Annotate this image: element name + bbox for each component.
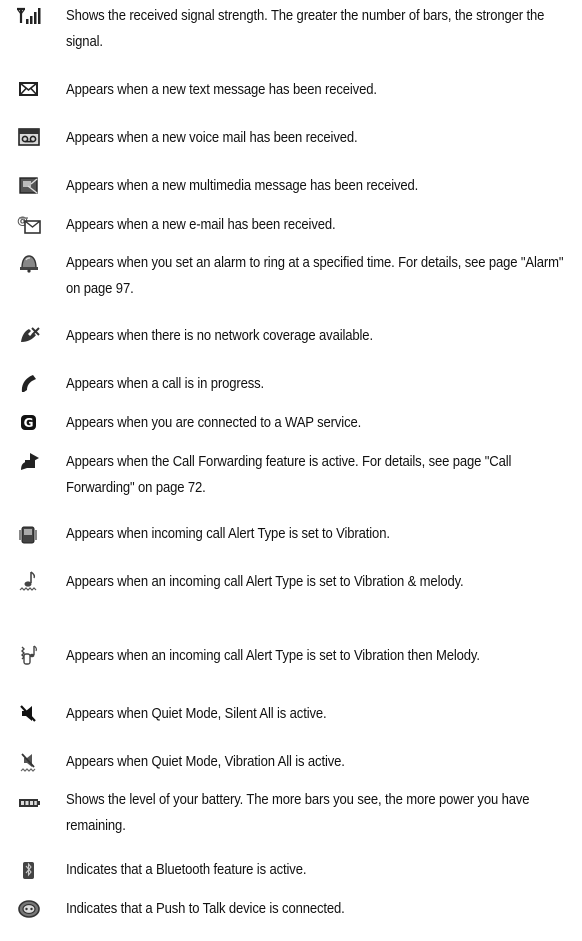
bluetooth-icon — [16, 857, 42, 881]
item-description: Appears when Quiet Mode, Silent All is a… — [66, 705, 327, 722]
email-icon: @ — [16, 212, 42, 236]
alarm-icon — [16, 250, 42, 274]
item-description: Shows the received signal strength. The … — [66, 7, 545, 50]
vibration-and-melody-icon — [16, 569, 42, 593]
item-description: Appears when an incoming call Alert Type… — [66, 573, 464, 590]
item-description: Shows the level of your battery. The mor… — [66, 791, 530, 834]
item-description: Appears when Quiet Mode, Vibration All i… — [66, 753, 345, 770]
multimedia-message-icon — [16, 173, 42, 197]
item-description: Indicates that a Push to Talk device is … — [66, 900, 345, 917]
svg-text:G: G — [24, 416, 34, 430]
item-description: Appears when you are connected to a WAP … — [66, 414, 362, 431]
call-forwarding-icon — [16, 449, 42, 473]
item-description: Appears when incoming call Alert Type is… — [66, 525, 390, 542]
item-description: Appears when a new multimedia message ha… — [66, 177, 419, 194]
vibration-then-melody-icon — [16, 643, 42, 667]
voice-mail-icon — [16, 125, 42, 149]
item-description: Indicates that a Bluetooth feature is ac… — [66, 861, 307, 878]
silent-all-icon — [16, 701, 42, 725]
vibration-icon — [16, 521, 42, 545]
item-description: Appears when there is no network coverag… — [66, 327, 373, 344]
no-network-icon — [16, 323, 42, 347]
text-message-icon — [16, 77, 42, 101]
item-description: Appears when a new e-mail has been recei… — [66, 216, 336, 233]
push-to-talk-icon — [16, 896, 42, 920]
item-description: Appears when a call is in progress. — [66, 375, 265, 392]
item-description: Appears when a new voice mail has been r… — [66, 129, 358, 146]
item-description: Appears when you set an alarm to ring at… — [66, 254, 564, 297]
vibration-all-icon — [16, 749, 42, 773]
item-description: Appears when a new text message has been… — [66, 81, 377, 98]
wap-service-icon: G — [16, 410, 42, 434]
item-description: Appears when an incoming call Alert Type… — [66, 647, 480, 664]
icon-description-list: Shows the received signal strength. The … — [0, 0, 582, 941]
call-in-progress-icon — [16, 371, 42, 395]
battery-level-icon — [16, 787, 42, 811]
item-description: Appears when the Call Forwarding feature… — [66, 453, 512, 496]
signal-strength-icon — [16, 3, 42, 27]
